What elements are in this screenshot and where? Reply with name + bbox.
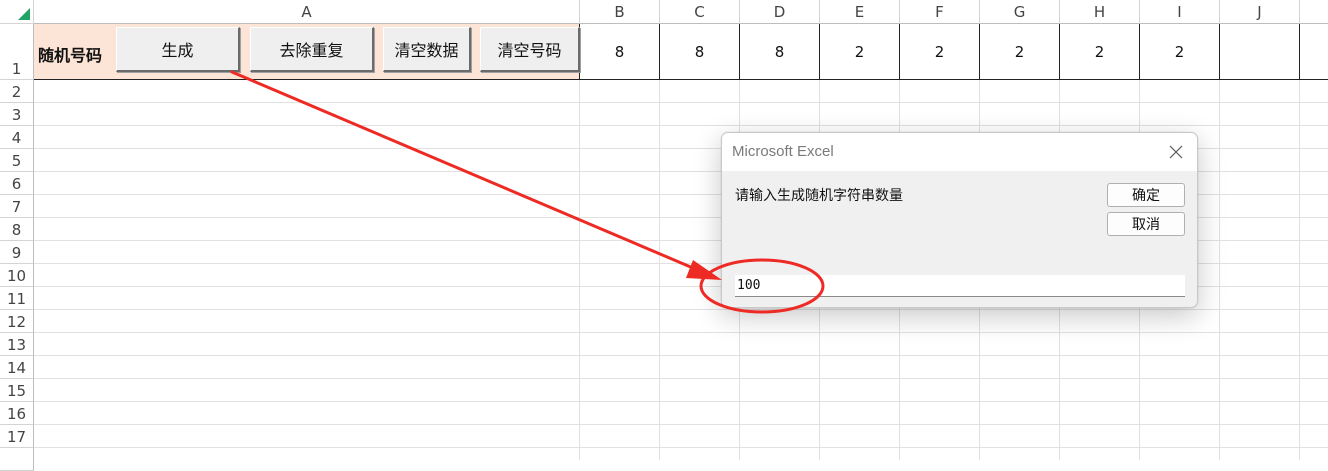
- cell-e1[interactable]: 2: [820, 24, 900, 80]
- quantity-input[interactable]: 100: [735, 275, 1185, 297]
- cell-h1[interactable]: 2: [1060, 24, 1140, 80]
- row-header-14[interactable]: 14: [0, 356, 34, 379]
- row-header-15[interactable]: 15: [0, 379, 34, 402]
- row-header-2[interactable]: 2: [0, 80, 34, 103]
- annotation-arrowhead: [686, 260, 722, 280]
- column-header-g[interactable]: G: [980, 0, 1060, 24]
- dialog-prompt: 请输入生成随机字符串数量: [735, 188, 903, 204]
- cell-f1[interactable]: 2: [900, 24, 980, 80]
- column-header-j[interactable]: J: [1220, 0, 1300, 24]
- row-header-3[interactable]: 3: [0, 103, 34, 126]
- ok-button[interactable]: 确定: [1107, 183, 1185, 207]
- row-header-10[interactable]: 10: [0, 264, 34, 287]
- close-icon: [1169, 145, 1183, 159]
- column-header-k[interactable]: [1300, 0, 1328, 24]
- clear-numbers-button[interactable]: 清空号码: [480, 27, 580, 72]
- column-header-b[interactable]: B: [580, 0, 660, 24]
- remove-duplicates-button[interactable]: 去除重复: [250, 27, 374, 72]
- cell-k1[interactable]: [1300, 24, 1328, 80]
- row-header-16[interactable]: 16: [0, 402, 34, 425]
- column-header-a[interactable]: A: [34, 0, 580, 24]
- cell-b1[interactable]: 8: [580, 24, 660, 80]
- cancel-button[interactable]: 取消: [1107, 212, 1185, 236]
- row-header-4[interactable]: 4: [0, 126, 34, 149]
- column-header-i[interactable]: I: [1140, 0, 1220, 24]
- select-all-triangle-icon: [18, 8, 30, 20]
- column-header-e[interactable]: E: [820, 0, 900, 24]
- row-header-7[interactable]: 7: [0, 195, 34, 218]
- cell-i1[interactable]: 2: [1140, 24, 1220, 80]
- row-header-6[interactable]: 6: [0, 172, 34, 195]
- cell-g1[interactable]: 2: [980, 24, 1060, 80]
- row-header-9[interactable]: 9: [0, 241, 34, 264]
- column-header-f[interactable]: F: [900, 0, 980, 24]
- cell-c1[interactable]: 8: [660, 24, 740, 80]
- dialog-title: Microsoft Excel: [732, 143, 834, 160]
- select-all-corner[interactable]: [0, 0, 34, 24]
- row-header-17[interactable]: 17: [0, 425, 34, 448]
- row-header-5[interactable]: 5: [0, 149, 34, 172]
- row-header-1[interactable]: 1: [0, 24, 34, 80]
- random-number-label: 随机号码: [38, 46, 103, 65]
- annotation-arrow-line: [230, 70, 695, 270]
- clear-data-button[interactable]: 清空数据: [383, 27, 471, 72]
- cell-j1[interactable]: [1220, 24, 1300, 80]
- row-header-8[interactable]: 8: [0, 218, 34, 241]
- close-button[interactable]: [1163, 139, 1189, 165]
- row-header-13[interactable]: 13: [0, 333, 34, 356]
- cell-d1[interactable]: 8: [740, 24, 820, 80]
- generate-button[interactable]: 生成: [116, 27, 240, 72]
- column-header-h[interactable]: H: [1060, 0, 1140, 24]
- input-dialog: Microsoft Excel 请输入生成随机字符串数量 确定 取消 100: [721, 132, 1198, 308]
- column-header-c[interactable]: C: [660, 0, 740, 24]
- column-header-d[interactable]: D: [740, 0, 820, 24]
- row-header-12[interactable]: 12: [0, 310, 34, 333]
- row-header-11[interactable]: 11: [0, 287, 34, 310]
